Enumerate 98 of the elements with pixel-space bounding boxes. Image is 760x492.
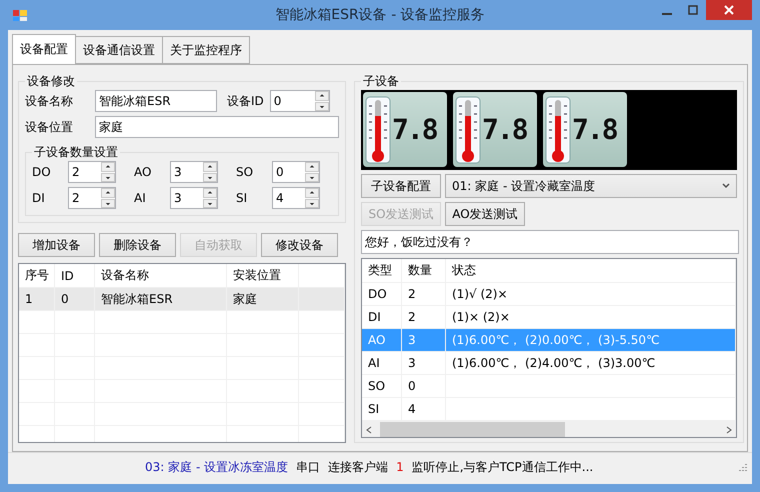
resize-grip-icon (738, 462, 748, 472)
table-cell: (1)√ (2)× (446, 283, 736, 305)
spin-down-icon[interactable] (305, 172, 319, 182)
field-label: 设备名称 (25, 92, 74, 110)
status-text: 03: 家庭 - 设置冰冻室温度 (145, 458, 288, 476)
table-cell: (1)6.00℃， (2)0.00℃， (3)-5.50℃ (446, 329, 736, 351)
table-cell: (1)× (2)× (446, 306, 736, 328)
table-cell: 2 (402, 283, 446, 305)
test-button[interactable]: AO发送测试 (445, 202, 525, 226)
spin-up-icon[interactable] (305, 162, 319, 172)
location-field[interactable]: 家庭 (95, 116, 339, 138)
field-label: 设备位置 (25, 118, 74, 136)
window-title: 智能冰箱ESR设备 - 设备监控服务 (274, 6, 486, 24)
table-cell: 3 (402, 329, 446, 351)
spin-up-icon[interactable] (101, 162, 115, 172)
app-icon (12, 7, 28, 23)
number-spinner[interactable]: 3 (170, 161, 218, 183)
column-header[interactable]: 类型 (362, 259, 402, 282)
number-spinner[interactable]: 4 (272, 187, 320, 209)
number-spinner[interactable]: 0 (270, 90, 330, 112)
table-cell: 0 (55, 288, 95, 310)
field-label: DO (32, 165, 52, 179)
spin-down-icon[interactable] (101, 172, 115, 182)
column-header[interactable]: 设备名称 (95, 264, 227, 287)
action-button[interactable]: 修改设备 (261, 233, 338, 257)
tab[interactable]: 设备通信设置 (75, 36, 163, 64)
table-row[interactable]: 1 0 智能冰箱ESR 家庭 (19, 288, 345, 311)
table-cell: AI (362, 352, 402, 374)
field-label: DI (32, 191, 46, 205)
table-cell: (1)6.00℃， (2)4.00℃， (3)3.00℃ (446, 352, 736, 374)
field-label: AO (134, 165, 152, 179)
field-label: SO (236, 165, 254, 179)
group-title: 子设备数量设置 (33, 144, 119, 161)
group-title: 设备修改 (26, 73, 76, 90)
tab[interactable]: 设备配置 (12, 34, 76, 64)
table-cell: 3 (402, 352, 446, 374)
spin-up-icon[interactable] (203, 162, 217, 172)
column-header[interactable]: 状态 (446, 259, 736, 282)
close-button[interactable] (706, 0, 752, 20)
close-icon (724, 5, 734, 15)
gauge-reading: 7.8 (572, 113, 618, 146)
thermometer-icon (455, 96, 481, 164)
spin-up-icon[interactable] (203, 188, 217, 198)
device-dropdown[interactable]: 01: 家庭 - 设置冷藏室温度 (445, 174, 737, 198)
tab[interactable]: 关于监控程序 (162, 36, 250, 64)
spin-down-icon[interactable] (305, 198, 319, 208)
table-row[interactable]: SO 0 (362, 375, 736, 398)
table-row[interactable]: AI 3 (1)6.00℃， (2)4.00℃， (3)3.00℃ (362, 352, 736, 375)
number-spinner[interactable]: 2 (68, 187, 116, 209)
column-header[interactable]: ID (55, 264, 95, 287)
table-cell: 家庭 (227, 288, 299, 310)
field-label: AI (134, 191, 147, 205)
thermometer-icon (365, 96, 391, 164)
column-header[interactable]: 安装位置 (227, 264, 299, 287)
chevron-right-icon[interactable] (726, 426, 732, 434)
table-cell: DO (362, 283, 402, 305)
maximize-icon (688, 5, 698, 15)
status-text: 串口 (296, 458, 320, 476)
group-title: 子设备 (362, 73, 400, 90)
config-button[interactable]: 子设备配置 (361, 174, 441, 198)
horizontal-scrollbar[interactable] (362, 421, 736, 437)
table-cell: 2 (402, 306, 446, 328)
column-header[interactable]: 数量 (402, 259, 446, 282)
spin-down-icon[interactable] (101, 198, 115, 208)
name-field[interactable]: 智能冰箱ESR (95, 90, 217, 112)
spin-down-icon[interactable] (203, 172, 217, 182)
field-label: SI (236, 191, 248, 205)
message-field[interactable]: 您好，饭吃过没有？ (361, 230, 739, 254)
number-spinner[interactable]: 2 (68, 161, 116, 183)
status-text: 连接客户端 (328, 458, 388, 476)
table-cell: 4 (402, 398, 446, 420)
chevron-left-icon[interactable] (366, 426, 372, 434)
number-spinner[interactable]: 3 (170, 187, 218, 209)
spin-up-icon[interactable] (305, 188, 319, 198)
spin-up-icon[interactable] (101, 188, 115, 198)
action-button[interactable]: 增加设备 (18, 233, 95, 257)
gauge-reading: 7.8 (482, 113, 528, 146)
table-cell: SO (362, 375, 402, 397)
column-header[interactable]: 序号 (19, 264, 55, 287)
minimize-icon (662, 13, 672, 15)
table-cell: DI (362, 306, 402, 328)
table-cell: 1 (19, 288, 55, 310)
status-text: 1 (396, 460, 404, 474)
table-cell: AO (362, 329, 402, 351)
table-cell: 智能冰箱ESR (95, 288, 227, 310)
spin-up-icon[interactable] (314, 91, 329, 100)
table-cell: SI (362, 398, 402, 420)
spin-down-icon[interactable] (314, 102, 329, 111)
action-button[interactable]: 删除设备 (99, 233, 176, 257)
field-label: 设备ID (227, 92, 264, 110)
number-spinner[interactable]: 0 (272, 161, 320, 183)
gauge-reading: 7.8 (392, 113, 438, 146)
thermometer-icon (545, 96, 571, 164)
spin-down-icon[interactable] (203, 198, 217, 208)
status-text: 监听停止,与客户TCP通信工作中... (412, 458, 594, 476)
chevron-down-icon (722, 183, 730, 189)
table-cell: 0 (402, 375, 446, 397)
table-row[interactable]: DO 2 (1)√ (2)× (362, 283, 736, 306)
